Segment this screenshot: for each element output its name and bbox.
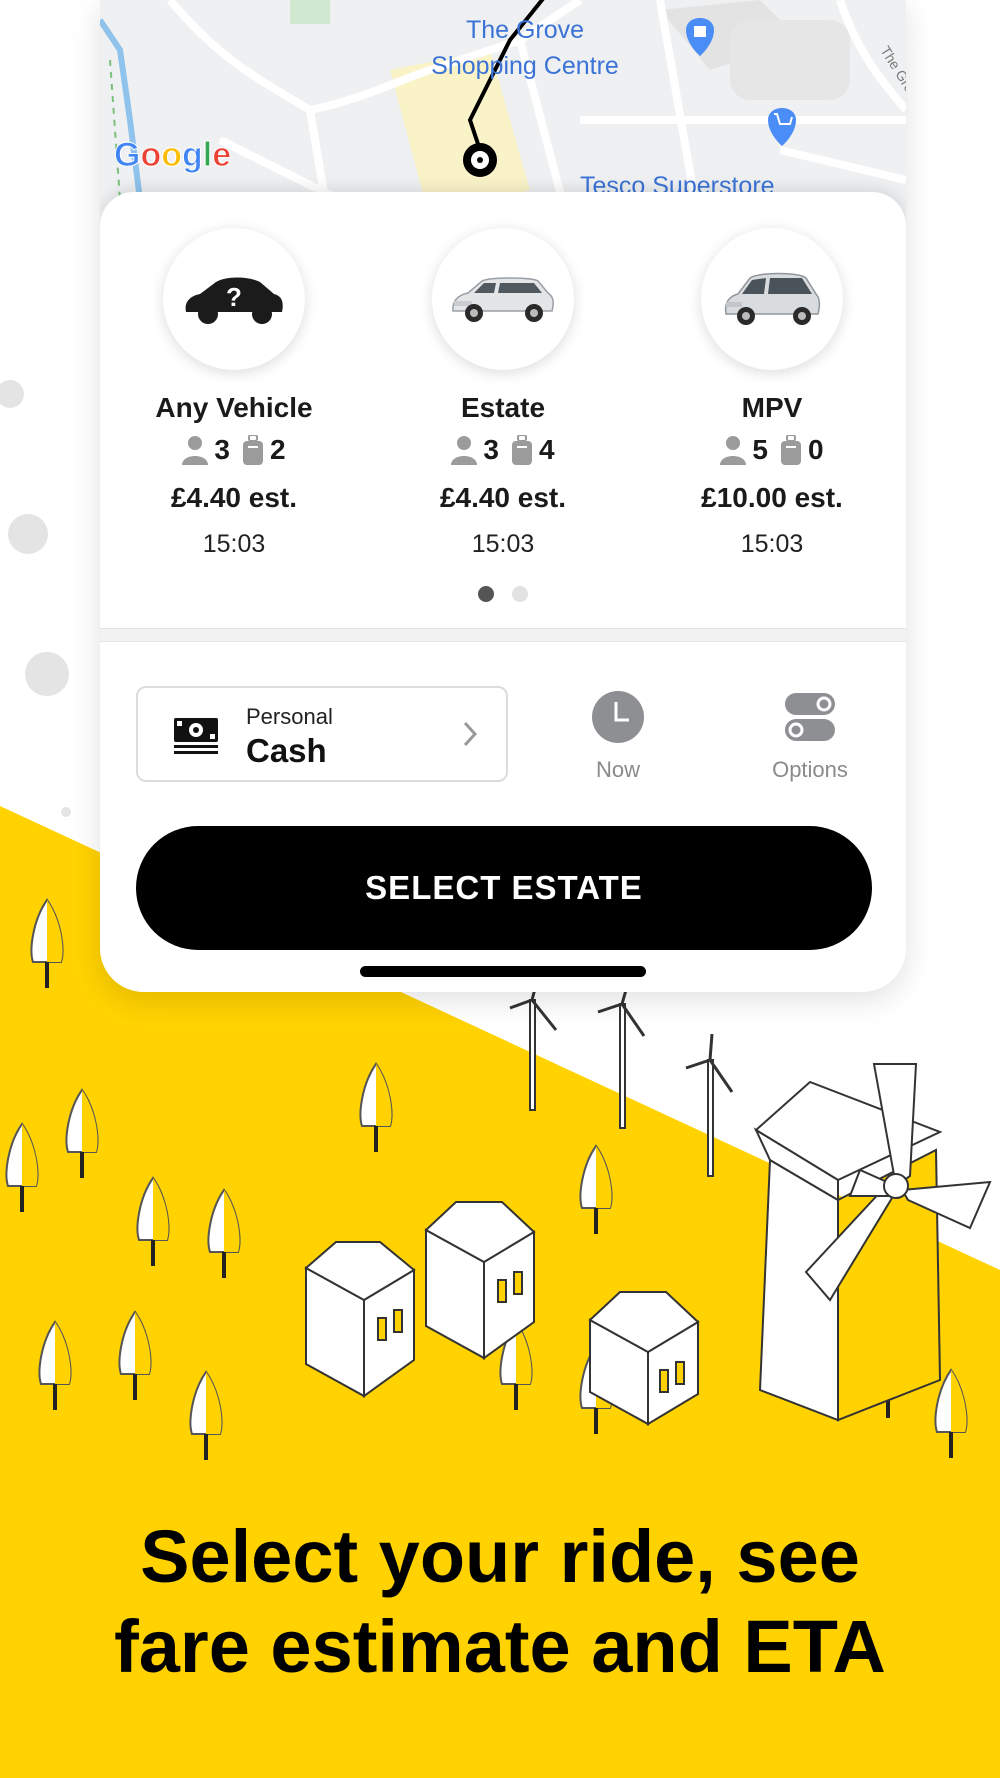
- estate-car-icon: [452, 277, 554, 322]
- luggage-icon: [781, 435, 801, 465]
- page-dot-2[interactable]: [512, 586, 528, 602]
- home-indicator[interactable]: [360, 966, 646, 977]
- headline-line-2: fare estimate and ETA: [114, 1605, 886, 1688]
- page-dot-1[interactable]: [478, 586, 494, 602]
- fare-estimate: £10.00 est.: [701, 482, 843, 513]
- luggage-count: 2: [270, 434, 286, 465]
- schedule-time-button[interactable]: Now: [558, 690, 678, 783]
- passenger-count: 5: [752, 434, 768, 465]
- luggage-icon: [512, 435, 532, 465]
- passenger-icon: [720, 436, 747, 465]
- payment-type: Personal: [246, 704, 333, 729]
- vehicle-name: MPV: [741, 392, 803, 423]
- ride-selection-sheet: ? Any Vehicle 3 2 £4.40 est. 15:03 Estat…: [100, 192, 906, 992]
- eta-time: 15:03: [471, 530, 535, 558]
- vehicle-option-estate[interactable]: Estate 3 4 £4.40 est. 15:03: [383, 228, 623, 559]
- chevron-right-icon: [463, 721, 478, 747]
- vehicle-name: Estate: [460, 392, 546, 423]
- section-divider: [100, 628, 906, 642]
- vehicle-capacity: 5 0: [652, 434, 892, 466]
- fare-estimate: £4.40 est.: [439, 482, 567, 513]
- payment-method-selector[interactable]: Personal Cash: [136, 686, 508, 782]
- google-logo-letter: e: [212, 136, 231, 174]
- payment-method: Cash: [246, 732, 327, 769]
- map-label-grove-2: Shopping Centre: [431, 52, 619, 80]
- vehicle-option-any[interactable]: ? Any Vehicle 3 2 £4.40 est. 15:03: [114, 228, 354, 559]
- time-label: Now: [595, 757, 640, 782]
- google-logo-letter: o: [140, 136, 161, 174]
- luggage-count: 4: [539, 434, 555, 465]
- vehicle-capacity: 3 4: [383, 434, 623, 466]
- clock-icon: [592, 691, 644, 743]
- passenger-count: 3: [483, 434, 499, 465]
- options-label: Options: [772, 757, 848, 782]
- select-vehicle-button[interactable]: SELECT ESTATE: [136, 826, 872, 950]
- cash-icon: [174, 718, 218, 754]
- unknown-car-icon: ?: [185, 277, 283, 324]
- carousel-page-indicator[interactable]: [100, 586, 906, 602]
- vehicle-carousel[interactable]: ? Any Vehicle 3 2 £4.40 est. 15:03 Estat…: [100, 228, 906, 558]
- phone-screen: The Grove Shopping Centre Tesco Supersto…: [100, 0, 906, 992]
- promo-headline: Select your ride, see fare estimate and …: [0, 1512, 1000, 1692]
- svg-text:?: ?: [226, 282, 242, 312]
- luggage-icon: [243, 435, 263, 465]
- vehicle-image: ?: [163, 228, 305, 370]
- passenger-count: 3: [214, 434, 230, 465]
- fare-estimate: £4.40 est.: [170, 482, 298, 513]
- luggage-count: 0: [808, 434, 824, 465]
- headline-line-1: Select your ride, see: [140, 1515, 860, 1598]
- vehicle-capacity: 3 2: [114, 434, 354, 466]
- mpv-car-icon: [724, 272, 821, 325]
- google-logo-letter: g: [182, 136, 203, 174]
- map-label-grove: The Grove: [466, 16, 584, 44]
- options-button[interactable]: Options: [750, 690, 870, 783]
- eta-time: 15:03: [202, 530, 266, 558]
- passenger-icon: [451, 436, 478, 465]
- toggle-options-icon: [785, 693, 835, 741]
- vehicle-option-mpv[interactable]: MPV 5 0 £10.00 est. 15:03: [652, 228, 892, 559]
- passenger-icon: [182, 436, 209, 465]
- eta-time: 15:03: [740, 530, 804, 558]
- google-logo: Google: [114, 136, 231, 174]
- vehicle-image: [701, 228, 843, 370]
- vehicle-name: Any Vehicle: [155, 392, 313, 423]
- google-logo-letter: l: [203, 136, 212, 174]
- google-logo-letter: G: [114, 136, 140, 174]
- vehicle-image: [432, 228, 574, 370]
- google-logo-letter: o: [161, 136, 182, 174]
